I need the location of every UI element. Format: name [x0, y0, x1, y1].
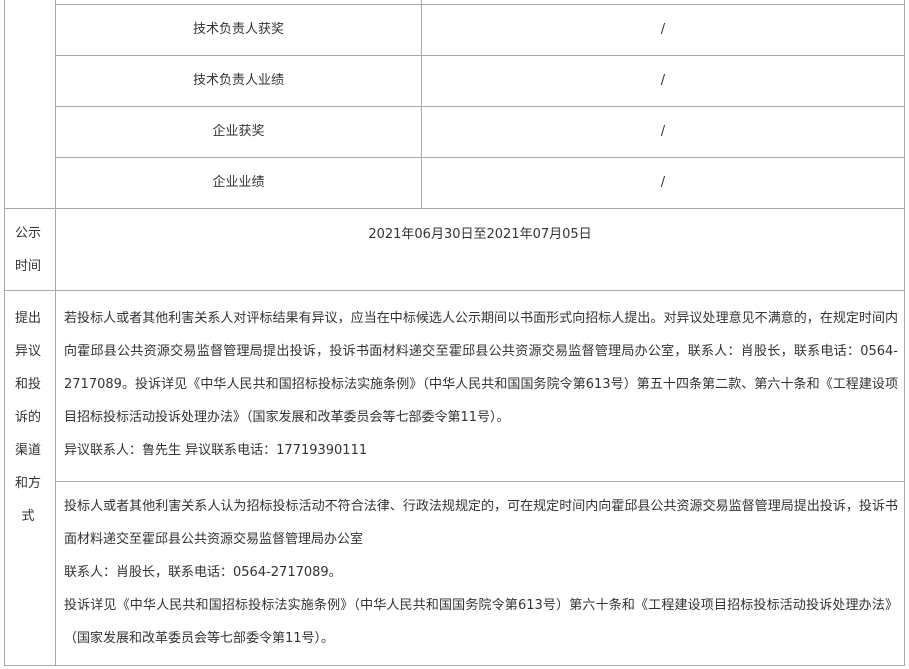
row-value-company-awards: / [660, 124, 666, 139]
complaint-contact: 联系人：肖股长，联系电话：0564-2717089。 [64, 565, 342, 580]
row-value-tech-lead-awards: / [660, 22, 666, 37]
row-label-tech-lead-awards: 技术负责人获奖 [192, 22, 284, 37]
publicity-period: 2021年06月30日至2021年07月05日 [368, 226, 592, 242]
objection-text: 若投标人或者其他利害关系人对评标结果有异议，应当在中标候选人公示期间以书面形式向… [64, 311, 898, 425]
complaint-reference: 投诉详见《中华人民共和国招标投标法实施条例》（中华人民共和国国务院令第613号）… [64, 598, 898, 646]
publicity-time-label: 公示 时间 [14, 226, 41, 274]
row-divider [4, 665, 904, 666]
objection-block-1: 若投标人或者其他利害关系人对评标结果有异议，应当在中标候选人公示期间以书面形式向… [64, 302, 898, 467]
column-divider [904, 0, 905, 666]
bid-result-table: 技术负责人获奖 / 技术负责人业绩 / 企业获奖 / 企业业绩 / 公示 时间 … [0, 0, 909, 669]
row-divider [55, 481, 904, 482]
row-label-company-performance: 企业业绩 [212, 175, 265, 190]
row-divider [4, 208, 904, 209]
row-value-tech-lead-performance: / [660, 73, 666, 88]
complaint-text: 投标人或者其他利害关系人认为招标投标活动不符合法律、行政法规规定的，可在规定时间… [64, 499, 898, 547]
objection-block-2: 投标人或者其他利害关系人认为招标投标活动不符合法律、行政法规规定的，可在规定时间… [64, 490, 898, 655]
objection-channel-label: 提出 异议 和投 诉的 渠道 和方 式 [14, 311, 41, 524]
row-label-tech-lead-performance: 技术负责人业绩 [192, 73, 284, 88]
row-label-company-awards: 企业获奖 [212, 124, 265, 139]
objection-contact: 异议联系人：鲁先生 异议联系电话：17719390111 [64, 443, 368, 458]
row-value-company-performance: / [660, 175, 666, 190]
row-divider [4, 290, 904, 291]
